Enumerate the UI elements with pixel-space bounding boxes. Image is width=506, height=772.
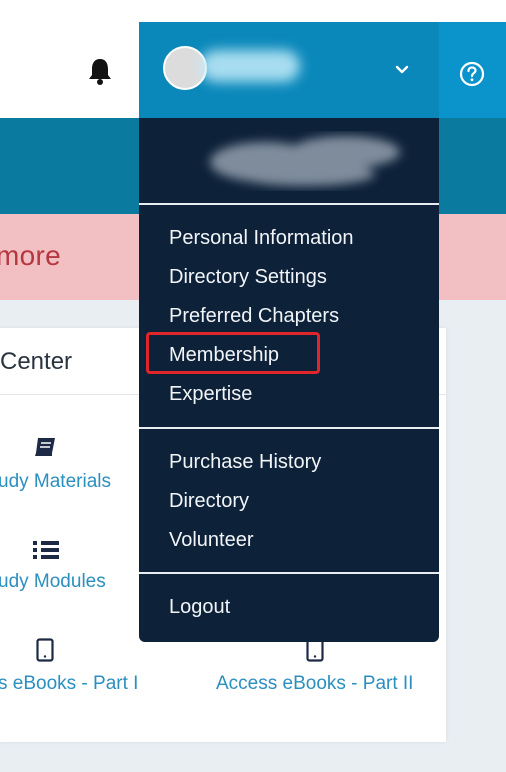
menu-item-personal-information[interactable]: Personal Information: [169, 227, 354, 250]
menu-item-volunteer[interactable]: Volunteer: [169, 529, 254, 552]
alert-text: more: [0, 240, 61, 271]
question-circle-icon[interactable]: [458, 60, 486, 88]
profile-header-redacted: [195, 122, 415, 196]
menu-item-logout[interactable]: Logout: [169, 596, 230, 619]
menu-divider: [139, 427, 439, 429]
book-icon[interactable]: [33, 436, 57, 463]
user-name-redacted: [200, 50, 300, 82]
bell-icon[interactable]: [86, 56, 114, 86]
menu-item-purchase-history[interactable]: Purchase History: [169, 451, 321, 474]
menu-item-directory-settings[interactable]: Directory Settings: [169, 266, 327, 289]
menu-item-preferred-chapters[interactable]: Preferred Chapters: [169, 305, 339, 328]
chevron-down-icon[interactable]: [394, 63, 410, 75]
tile-study-materials[interactable]: udy Materials: [0, 471, 111, 493]
tablet-icon[interactable]: [36, 638, 54, 667]
user-dropdown-menu: [139, 118, 439, 642]
card-title: Center: [0, 348, 73, 375]
menu-item-expertise[interactable]: Expertise: [169, 383, 252, 406]
menu-divider: [139, 572, 439, 574]
tablet-icon[interactable]: [306, 638, 324, 667]
tile-ebooks-part-2[interactable]: Access eBooks - Part II: [216, 673, 413, 695]
membership-highlight: [146, 332, 320, 374]
menu-item-directory[interactable]: Directory: [169, 490, 249, 513]
tile-ebooks-part-1[interactable]: s eBooks - Part I: [0, 673, 138, 695]
menu-divider: [139, 203, 439, 205]
tile-study-modules[interactable]: udy Modules: [0, 571, 106, 593]
list-icon[interactable]: [32, 539, 60, 566]
